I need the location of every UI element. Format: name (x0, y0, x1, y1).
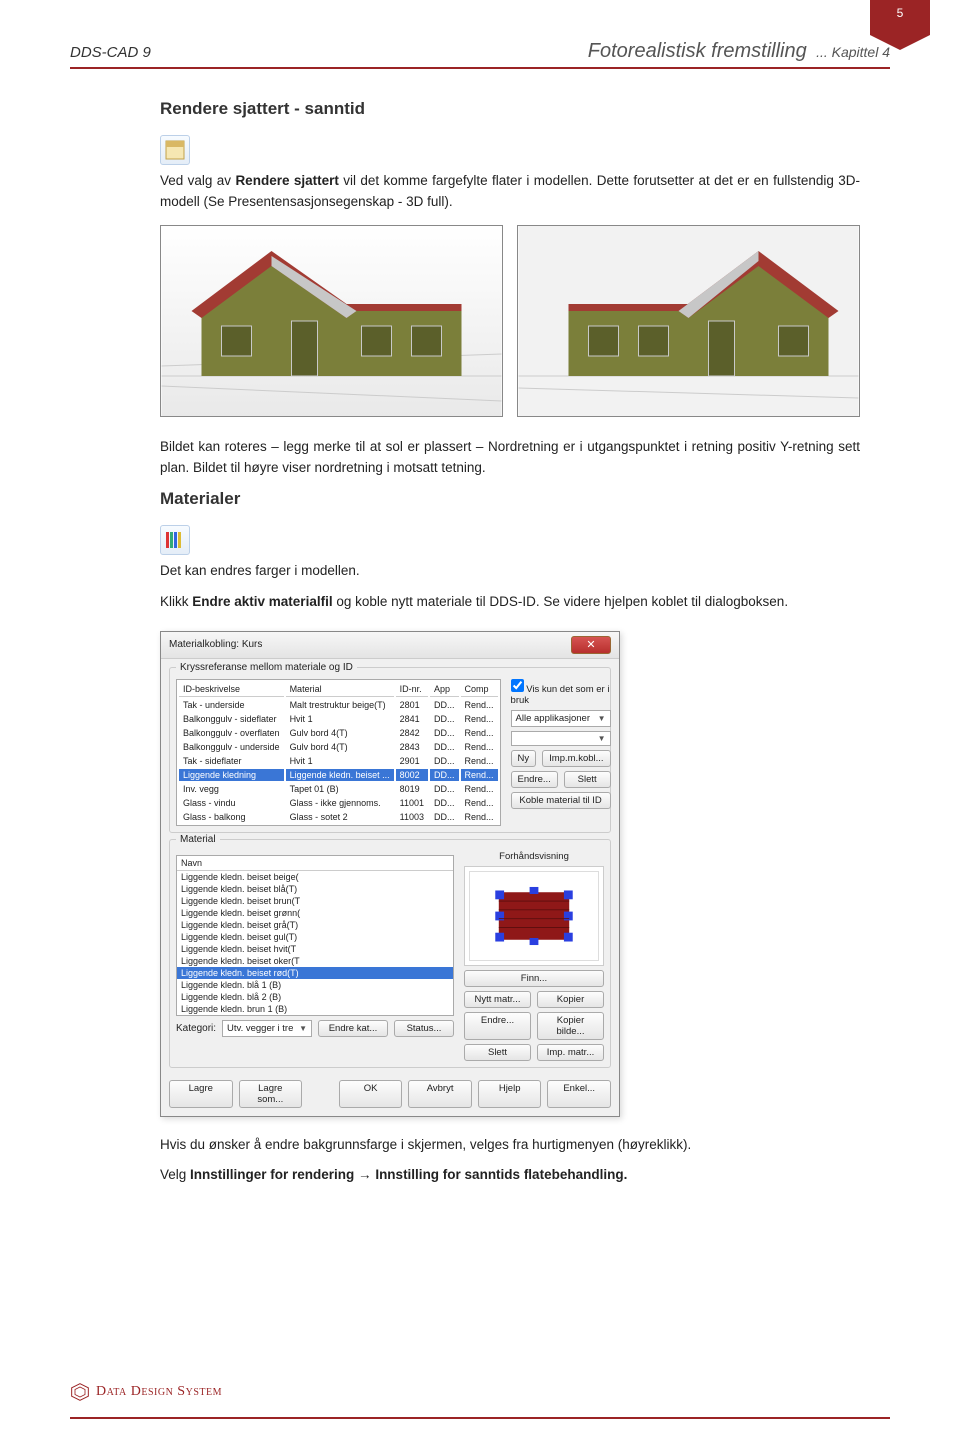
category-combo[interactable]: Utv. vegger i tre▼ (222, 1020, 312, 1037)
page-tab: 5 (870, 0, 930, 50)
delete-button[interactable]: Slett (564, 771, 611, 788)
category-label: Kategori: (176, 1023, 216, 1034)
import-material-button[interactable]: Imp. matr... (537, 1044, 604, 1061)
figure-row (160, 225, 860, 417)
list-item[interactable]: Liggende kledn. beiset oker(T (177, 955, 453, 967)
crossref-table[interactable]: ID-beskrivelse Material ID-nr. App Comp … (176, 679, 501, 826)
app-combo-2[interactable]: ▼ (511, 731, 611, 746)
simple-button[interactable]: Enkel... (547, 1080, 611, 1108)
brand-logo-icon (70, 1382, 90, 1402)
edit-button[interactable]: Endre... (511, 771, 558, 788)
table-row[interactable]: Inv. veggTapet 01 (B)8019DD...Rend... (179, 783, 498, 795)
page-footer: Data Design System (70, 1382, 890, 1407)
list-item[interactable]: Liggende kledn. beiset hvit(T (177, 943, 453, 955)
page-header: DDS-CAD 9 Fotorealistisk fremstilling ..… (70, 40, 890, 69)
figure-house-left (160, 225, 503, 417)
new-button[interactable]: Ny (511, 750, 537, 767)
para-bgcolor: Hvis du ønsker å endre bakgrunnsfarge i … (160, 1135, 860, 1156)
list-item[interactable]: Liggende kledn. beiset blå(T) (177, 883, 453, 895)
render-shaded-icon (160, 135, 190, 165)
brand-name: Data Design System (96, 1384, 222, 1400)
dialog-title: Materialkobling: Kurs (169, 639, 262, 650)
material-list[interactable]: Navn Liggende kledn. beiset beige(Liggen… (176, 855, 454, 1016)
import-coupling-button[interactable]: Imp.m.kobl... (542, 750, 610, 767)
list-item[interactable]: Liggende kledn. beiset beige( (177, 871, 453, 883)
chevron-down-icon: ▼ (299, 1024, 307, 1033)
table-row[interactable]: Balkonggulv - undersideGulv bord 4(T)284… (179, 741, 498, 753)
figure-house-right (517, 225, 860, 417)
cancel-button[interactable]: Avbryt (408, 1080, 472, 1108)
couple-material-button[interactable]: Koble material til ID (511, 792, 611, 809)
header-rule (70, 67, 890, 69)
material-dialog: Materialkobling: Kurs ✕ Kryssreferanse m… (160, 631, 620, 1117)
group-material-label: Material (176, 834, 220, 845)
status-button[interactable]: Status... (394, 1020, 454, 1037)
edit-material-button[interactable]: Endre... (464, 1012, 531, 1040)
para-render-intro: Ved valg av Rendere sjattert vil det kom… (160, 171, 860, 213)
group-crossref-label: Kryssreferanse mellom materiale og ID (176, 662, 357, 673)
list-item[interactable]: Liggende kledn. beiset gul(T) (177, 931, 453, 943)
list-item[interactable]: Liggende kledn. beiset grå(T) (177, 919, 453, 931)
help-button[interactable]: Hjelp (478, 1080, 542, 1108)
list-item[interactable]: Liggende kledn. blå 2 (B) (177, 991, 453, 1003)
page-number: 5 (870, 6, 930, 20)
table-row[interactable]: Glass - balkongGlass - sotet 211003DD...… (179, 811, 498, 823)
material-preview (464, 866, 604, 966)
table-row[interactable]: Glass - vinduGlass - ikke gjennoms.11001… (179, 797, 498, 809)
para-rotate-note: Bildet kan roteres – legg merke til at s… (160, 437, 860, 479)
section-heading-render: Rendere sjattert - sanntid (160, 99, 860, 119)
close-button[interactable]: ✕ (571, 636, 611, 654)
table-row[interactable]: Balkonggulv - overflatenGulv bord 4(T)28… (179, 727, 498, 739)
table-row[interactable]: Liggende kledningLiggende kledn. beiset … (179, 769, 498, 781)
new-material-button[interactable]: Nytt matr... (464, 991, 531, 1008)
chevron-down-icon: ▼ (598, 734, 606, 743)
para-settings-path: Velg Innstillinger for rendering → Innst… (160, 1165, 860, 1186)
ok-button[interactable]: OK (339, 1080, 403, 1108)
table-row[interactable]: Tak - sideflaterHvit 12901DD...Rend... (179, 755, 498, 767)
edit-category-button[interactable]: Endre kat... (318, 1020, 388, 1037)
save-as-button[interactable]: Lagre som... (239, 1080, 303, 1108)
find-button[interactable]: Finn... (464, 970, 604, 987)
section-heading-materials: Materialer (160, 489, 860, 509)
list-item[interactable]: Liggende kledn. blå 1 (B) (177, 979, 453, 991)
product-name: DDS-CAD 9 (70, 44, 151, 61)
app-combo[interactable]: Alle applikasjoner▼ (511, 710, 611, 727)
save-button[interactable]: Lagre (169, 1080, 233, 1108)
delete-material-button[interactable]: Slett (464, 1044, 531, 1061)
table-row[interactable]: Tak - undersideMalt trestruktur beige(T)… (179, 699, 498, 711)
materials-icon (160, 525, 190, 555)
copy-button[interactable]: Kopier (537, 991, 604, 1008)
para-mat-1: Det kan endres farger i modellen. (160, 561, 860, 582)
chevron-down-icon: ▼ (598, 714, 606, 723)
copy-image-button[interactable]: Kopier bilde... (537, 1012, 604, 1040)
list-item[interactable]: Liggende kledn. beiset grønn( (177, 907, 453, 919)
para-mat-2: Klikk Endre aktiv materialfil og koble n… (160, 592, 860, 613)
list-item[interactable]: Liggende kledn. beiset rød(T) (177, 967, 453, 979)
list-item[interactable]: Liggende kledn. brun 1 (B) (177, 1003, 453, 1015)
show-in-use-checkbox[interactable]: Vis kun det som er i bruk (511, 679, 611, 706)
list-item[interactable]: Liggende kledn. beiset brun(T (177, 895, 453, 907)
table-row[interactable]: Balkonggulv - sideflaterHvit 12841DD...R… (179, 713, 498, 725)
preview-label: Forhåndsvisning (464, 851, 604, 862)
page-title: Fotorealistisk fremstilling (588, 40, 807, 62)
